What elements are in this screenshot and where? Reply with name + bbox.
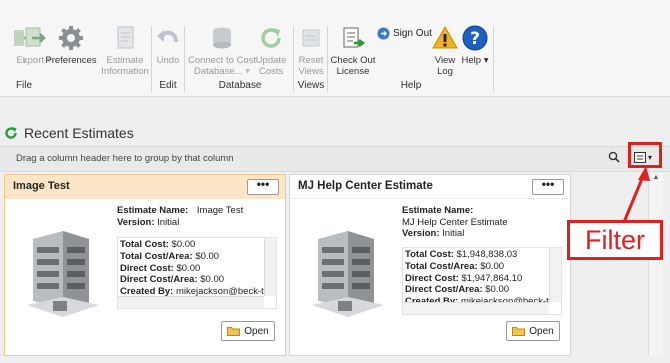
filter-callout: Filter: [567, 220, 663, 260]
annotation-arrow: [622, 166, 650, 223]
